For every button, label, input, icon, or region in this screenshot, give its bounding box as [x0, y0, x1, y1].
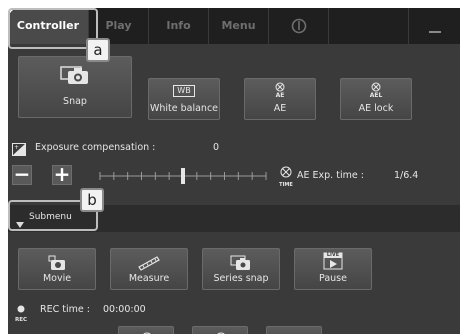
ae-button[interactable]: AE AE — [244, 78, 316, 120]
white-balance-label: White balance — [149, 103, 219, 114]
pause-button[interactable]: LIVE Pause — [294, 248, 372, 290]
slider-handle[interactable] — [181, 168, 185, 184]
movie-camera-icon — [19, 255, 95, 271]
svg-text:+: + — [14, 144, 19, 151]
callout-a: a — [86, 38, 110, 62]
time-sub: TIME — [279, 182, 293, 188]
ae-exp-time-value: 1/6.4 — [394, 170, 419, 181]
bottom-button-1-icon — [141, 329, 153, 334]
white-balance-button[interactable]: WB White balance — [148, 78, 220, 120]
tab-menu[interactable]: Menu — [208, 8, 268, 44]
power-icon — [291, 18, 307, 34]
wb-icon: WB — [149, 85, 219, 97]
bottom-button-2[interactable] — [192, 326, 248, 334]
series-snap-button[interactable]: Series snap — [202, 248, 280, 290]
exposure-compensation-value: 0 — [213, 142, 220, 153]
status-icon — [20, 329, 30, 334]
movie-label: Movie — [42, 273, 72, 284]
rec-icon: REC — [10, 298, 32, 323]
bottom-button-2-icon — [215, 329, 227, 334]
tab-power[interactable] — [268, 8, 328, 44]
exposure-plus-button[interactable]: + — [52, 164, 72, 185]
measure-button[interactable]: Measure — [110, 248, 188, 290]
bottom-row-partial — [14, 326, 374, 334]
live-icon: LIVE — [295, 252, 371, 270]
pause-label: Pause — [319, 273, 347, 284]
exposure-compensation-label: Exposure compensation : — [35, 142, 156, 153]
bottom-button-1[interactable] — [118, 326, 174, 334]
ae-icon: AE — [245, 82, 315, 99]
tab-info[interactable]: Info — [148, 8, 208, 44]
ae-lock-icon: AEL — [341, 82, 411, 99]
series-snap-label: Series snap — [213, 273, 269, 284]
tab-highlight-outline — [8, 8, 98, 49]
minimize-icon — [427, 19, 443, 33]
tab-minimize[interactable] — [408, 8, 460, 44]
wb-badge: WB — [173, 85, 195, 97]
snap-label: Snap — [63, 96, 87, 107]
moon-icon — [362, 19, 376, 33]
series-snap-icon — [203, 255, 279, 271]
tab-night-mode[interactable] — [328, 8, 408, 44]
snap-button[interactable]: Snap — [18, 56, 132, 118]
bottom-button-3[interactable] — [266, 326, 322, 334]
ael-sub: AEL — [369, 92, 383, 99]
exposure-compensation-icon: + — [12, 141, 26, 156]
live-sub: LIVE — [326, 252, 340, 258]
exposure-slider[interactable] — [98, 167, 268, 185]
callout-b: b — [80, 188, 104, 212]
rec-time-value: 00:00:00 — [103, 304, 146, 315]
exposure-minus-button[interactable]: − — [12, 164, 32, 185]
measure-label: Measure — [128, 273, 170, 284]
controller-panel: Controller Play Info Menu Snap WB White … — [8, 8, 460, 334]
ruler-icon — [111, 255, 187, 271]
rec-sub: REC — [14, 317, 28, 323]
ae-label: AE — [273, 103, 287, 114]
time-icon: TIME — [278, 163, 294, 188]
ae-sub: AE — [275, 92, 285, 99]
camera-snap-icon — [19, 65, 131, 85]
rec-time-label: REC time : — [40, 304, 90, 315]
bottom-button-3-icon — [287, 329, 303, 334]
movie-button[interactable]: Movie — [18, 248, 96, 290]
ae-lock-button[interactable]: AEL AE lock — [340, 78, 412, 120]
ae-exp-time-label: AE Exp. time : — [297, 170, 364, 181]
ae-lock-label: AE lock — [358, 103, 394, 114]
